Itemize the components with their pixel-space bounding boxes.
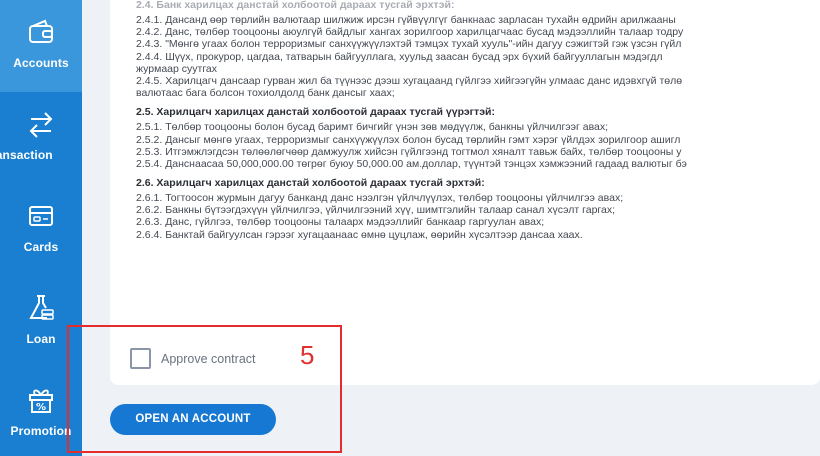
sidebar-item-label: ransaction [0,148,53,162]
contract-section-heading: 2.5. Харилцагч харилцах данстай холбоото… [136,106,495,119]
contract-clause: 2.4.1. Дансанд өөр төрлийн валютаар шилж… [136,14,676,26]
contract-clause: 2.4.3. "Мөнгө угаах болон терроризмыг са… [136,38,682,51]
contract-clause: 2.5.2. Дансыг мөнгө угаах, терроризмыг с… [136,133,681,146]
contract-clause: 2.5.3. Итгэмжлэгдсэн төлөөлөгчөөр дамжуу… [136,145,682,158]
contract-section-heading: 2.6. Харилцагч харилцах данстай холбоото… [136,177,485,190]
sidebar-item-transaction[interactable]: ransaction [0,92,82,184]
contract-text: 2.4. Банк харилцах данстай холбоотой дар… [136,0,820,241]
contract-clause: 2.4.4. Шүүх, прокурор, цагдаа, татварын … [136,50,663,63]
svg-text:%: % [36,402,46,413]
contract-clause: 2.4.2. Данс, төлбөр тооцооны аюулгүй бай… [136,26,684,39]
sidebar-item-label: Cards [23,240,59,254]
contract-clause: журмаар суутгах [136,62,218,75]
contract-clause: 2.4.5. Харилцагч дансаар гурван жил ба т… [136,74,683,87]
contract-clause: 2.6.4. Банктай байгуулсан гэрээг хугацаа… [136,228,583,241]
contract-section-heading: 2.4. Банк харилцах данстай холбоотой дар… [136,0,455,11]
contract-clause: валютаас бага болсон тохиолдолд банк дан… [136,87,395,100]
credit-card-icon [29,206,53,226]
step-number: 5 [300,340,315,370]
gift-percent-icon: % [29,389,53,413]
wallet-icon [29,19,53,43]
money-flask-icon [29,295,54,320]
sidebar-item-accounts[interactable]: Accounts [0,0,82,92]
sidebar-item-label: Accounts [13,56,69,70]
contract-clause: 2.6.2. Банкны бүтээгдэхүүн үйлчилгээ, үй… [136,204,616,217]
transfer-arrows-icon [29,112,53,138]
contract-clause: 2.6.3. Данс, гүйлгээ, төлбөр тооцооны та… [136,216,545,229]
contract-clause: 2.5.1. Төлбөр тооцооны болон бусад барим… [136,121,609,134]
contract-clause: 2.6.1. Тогтоосон журмын дагуу банканд да… [136,192,624,205]
contract-clause: 2.5.4. Данснаасаа 50,000,000.00 төгрөг б… [136,157,687,170]
sidebar-item-cards[interactable]: Cards [0,184,82,276]
